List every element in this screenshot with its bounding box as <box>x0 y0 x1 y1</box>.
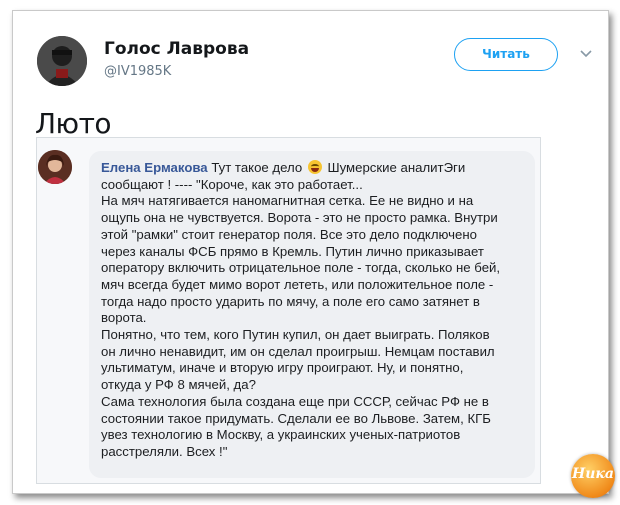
comment-line: тогда надо просто ударить по мячу, а пол… <box>101 293 480 309</box>
comment-line: расстреляли. Всех !" <box>101 443 228 459</box>
comment-line: сообщают ! ---- "Короче, как это работае… <box>101 176 363 192</box>
comment-line: ультиматум, иначе и вторую игру проиграю… <box>101 360 464 376</box>
comment-line: этой "рамки" стоит генератор поля. Все э… <box>101 226 477 242</box>
watermark-text: Ника <box>572 466 614 482</box>
comment-line: Шумерские аналитЭги <box>327 160 466 175</box>
comment-line: Понятно, что тем, кого Путин купил, он д… <box>101 327 490 343</box>
author-avatar[interactable] <box>37 36 87 86</box>
comment-text: Елена Ермакова Тут такое дело Шумерские … <box>101 160 531 461</box>
comment-author-name[interactable]: Елена Ермакова <box>101 160 208 175</box>
comment-line: через каналы ФСБ прямо в Кремль. Путин л… <box>101 243 484 259</box>
comment-line: мяч всегда будет мимо ворот лететь, или … <box>101 276 494 292</box>
comment-line: ощупь она не чувствуется. Ворота - это н… <box>101 210 498 226</box>
comment-line: оператору включить отрицательное поле - … <box>101 260 501 276</box>
comment-line: Тут такое дело <box>211 160 303 175</box>
laughing-emoji-icon <box>307 160 322 174</box>
tweet-card: Голос Лаврова @IV1985K Читать Люто Елена… <box>12 10 615 498</box>
comment-line: он лично ненавидит, им он сделал проигры… <box>101 343 495 359</box>
comment-line: увез технологию в Москву, а украинских у… <box>101 427 461 443</box>
tweet-text: Люто <box>35 107 112 140</box>
chevron-down-icon[interactable] <box>579 49 593 59</box>
comment-line: На мяч натягивается наномагнитная сетка.… <box>101 193 474 209</box>
comment-line: откуда у РФ 8 мячей, да? <box>101 377 256 393</box>
watermark-logo: Ника <box>571 454 615 498</box>
author-name[interactable]: Голос Лаврова <box>104 39 249 59</box>
follow-button[interactable]: Читать <box>454 38 558 71</box>
comment-line: ворота. <box>101 310 147 326</box>
author-handle[interactable]: @IV1985K <box>104 64 171 79</box>
quote-author-avatar <box>38 150 72 184</box>
comment-line: Сама технология была создана еще при ССС… <box>101 393 489 409</box>
comment-line: состоянии такое придумать. Сделали ее во… <box>101 410 491 426</box>
